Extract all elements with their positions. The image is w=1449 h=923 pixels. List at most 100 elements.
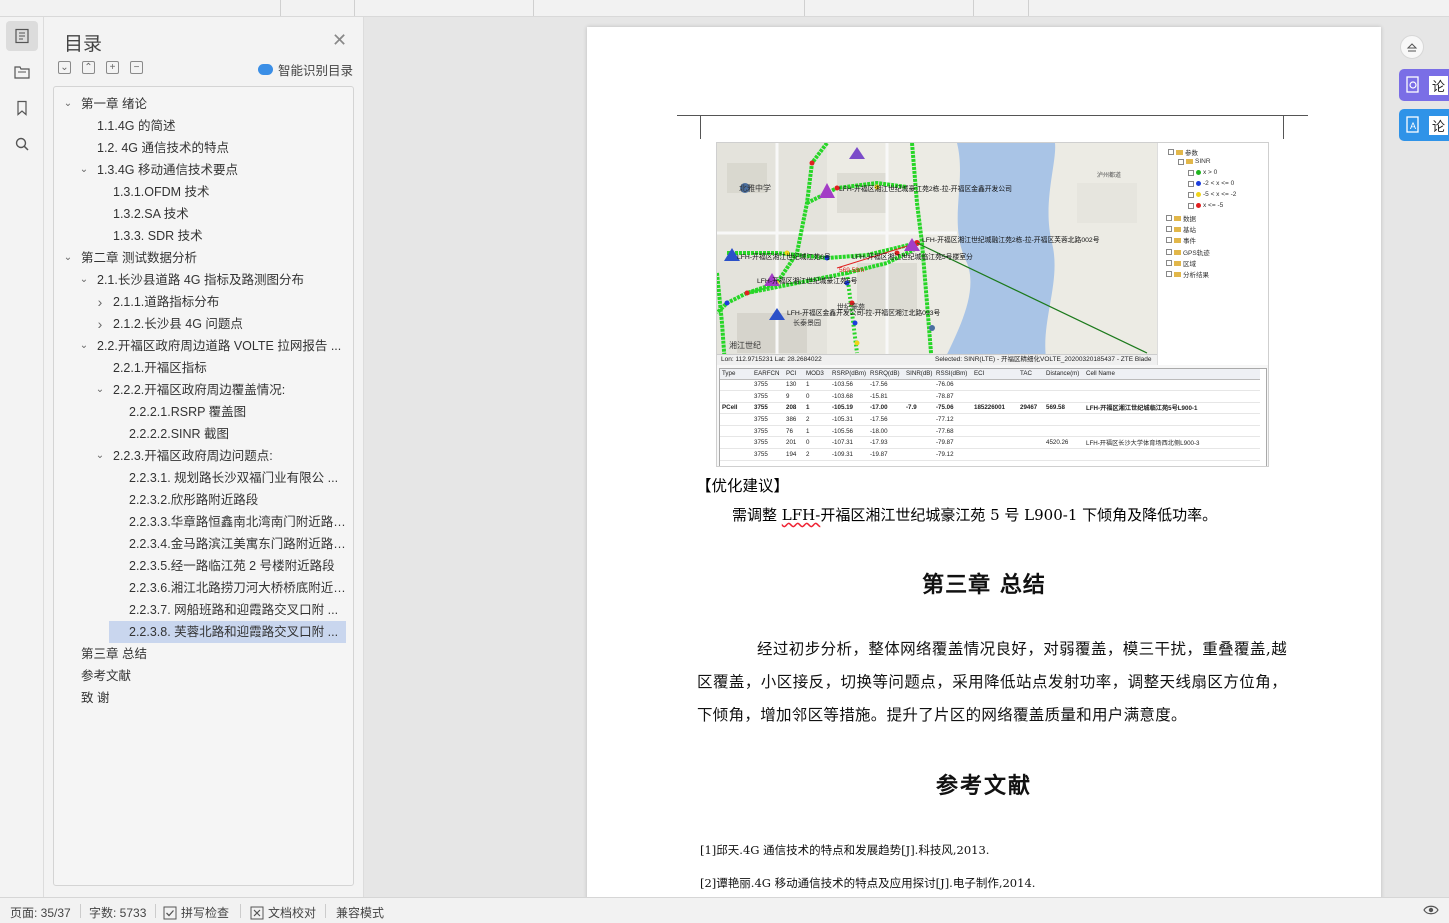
legend-item[interactable]: -5 < x <= -2: [1188, 191, 1236, 198]
toc-item[interactable]: 1.2. 4G 通信技术的特点: [54, 137, 354, 159]
checkbox-icon[interactable]: [1166, 271, 1172, 277]
chevron-down-icon[interactable]: ⌄: [62, 247, 74, 269]
toc-item[interactable]: 2.2.3.6.湘江北路捞刀河大桥桥底附近 ...: [54, 577, 354, 599]
toc-item[interactable]: ⌄ 第二章 测试数据分析: [54, 247, 354, 269]
table-cell: 201: [784, 436, 804, 450]
spell-flagged-word[interactable]: LFH-: [782, 506, 821, 524]
chevron-down-icon[interactable]: ⌄: [78, 335, 90, 357]
add-heading-icon[interactable]: +: [106, 61, 119, 74]
toc-item[interactable]: 参考文献: [54, 665, 354, 687]
toc-item[interactable]: 1.3.3. SDR 技术: [54, 225, 354, 247]
legend-item[interactable]: 数据: [1166, 213, 1196, 223]
toc-item[interactable]: 1.3.1.OFDM 技术: [54, 181, 354, 203]
cell-measurement-table: Type EARFCN PCI MOD3 RSRP(dBm) RSRQ(dB) SINR(d…: [719, 368, 1267, 466]
table-row[interactable]: PCell 3755 208 1 -105.19 -17.00 -7.9 -75.06 1852…: [720, 402, 1260, 415]
navigation-pane-button[interactable]: [6, 57, 38, 87]
checkbox-icon[interactable]: [1168, 149, 1174, 155]
chevron-down-icon[interactable]: ⌄: [62, 93, 74, 115]
checkbox-icon[interactable]: [1166, 226, 1172, 232]
table-cell: 1: [804, 379, 830, 392]
toc-item[interactable]: 2.2.3.3.华章路恒鑫南北湾南门附近路 ...: [54, 511, 354, 533]
toc-item[interactable]: › 2.1.2.长沙县 4G 问题点: [54, 313, 354, 335]
checkbox-icon[interactable]: [1166, 215, 1172, 221]
toc-item[interactable]: 第三章 总结: [54, 643, 354, 665]
toc-item[interactable]: 2.2.3.8. 芙蓉北路和迎霞路交叉口附 ...: [109, 621, 346, 643]
chevron-down-icon[interactable]: ⌄: [78, 159, 90, 181]
toc-item[interactable]: ⌄ 2.1.长沙县道路 4G 指标及路测图分布: [54, 269, 354, 291]
table-row[interactable]: 3755 130 1 -103.56 -17.56 -76.06: [720, 379, 1260, 392]
chevron-right-icon[interactable]: ›: [94, 291, 106, 313]
table-cell: [972, 390, 1018, 403]
expand-all-icon[interactable]: ⌄: [58, 61, 71, 74]
toc-item[interactable]: 1.1.4G 的简述: [54, 115, 354, 137]
table-cell: 386: [784, 413, 804, 426]
toc-item[interactable]: 2.2.1.开福区指标: [54, 357, 354, 379]
checkbox-icon[interactable]: [1166, 260, 1172, 266]
chevron-right-icon[interactable]: ›: [94, 313, 106, 335]
legend-item[interactable]: x <= -5: [1188, 202, 1223, 209]
table-cell: 208: [784, 402, 804, 415]
proofread-button[interactable]: 文档校对: [250, 904, 316, 921]
checkbox-icon[interactable]: [1188, 202, 1194, 209]
bookmark-button[interactable]: [6, 93, 38, 123]
toc-item[interactable]: 2.2.2.2.SINR 截图: [54, 423, 354, 445]
table-row[interactable]: 3755 76 1 -105.56 -18.00 -77.68: [720, 425, 1260, 438]
toc-item[interactable]: ⌄ 2.2.3.开福区政府周边问题点:: [54, 445, 354, 467]
spell-check-button[interactable]: 拼写检查: [163, 904, 229, 921]
toc-item-label: 1.1.4G 的简述: [97, 119, 176, 133]
checkbox-icon[interactable]: [1166, 249, 1172, 255]
page-indicator[interactable]: 页面: 35/37: [10, 904, 71, 921]
word-count[interactable]: 字数: 5733: [89, 904, 146, 921]
table-row[interactable]: 3755 9 0 -103.68 -15.81 -78.87: [720, 390, 1260, 403]
checkbox-icon[interactable]: [1188, 191, 1194, 198]
toc-item[interactable]: 2.2.3.5.经一路临江苑 2 号楼附近路段: [54, 555, 354, 577]
legend-item[interactable]: 参数: [1168, 147, 1198, 157]
chevron-down-icon[interactable]: ⌄: [94, 379, 106, 401]
legend-item[interactable]: 基站: [1166, 224, 1196, 234]
checkbox-icon[interactable]: [1166, 237, 1172, 243]
toc-item[interactable]: 2.2.2.1.RSRP 覆盖图: [54, 401, 354, 423]
margin-corner-mark: [1260, 115, 1284, 139]
checkbox-icon[interactable]: [1178, 158, 1184, 165]
toc-item[interactable]: ⌄ 2.2.开福区政府周边道路 VOLTE 拉网报告 ...: [54, 335, 354, 357]
toc-item[interactable]: 2.2.3.4.金马路滨江美寓东门路附近路 ...: [54, 533, 354, 555]
smart-toc-button[interactable]: 智能识别目录: [258, 60, 353, 79]
legend-item[interactable]: 区域: [1166, 258, 1196, 268]
legend-item[interactable]: GPS轨迹: [1166, 247, 1210, 257]
chevron-down-icon[interactable]: ⌄: [94, 445, 106, 467]
paper-check-button[interactable]: 论: [1399, 69, 1449, 101]
close-icon[interactable]: ✕: [332, 31, 347, 49]
toc-item[interactable]: 2.2.3.1. 规划路长沙双福门业有限公 ...: [54, 467, 354, 489]
paper-write-button[interactable]: A 论: [1399, 109, 1449, 141]
legend-item[interactable]: 事件: [1166, 235, 1196, 245]
collapse-panel-button[interactable]: [1400, 35, 1424, 59]
checkbox-icon[interactable]: [1188, 180, 1194, 187]
toc-item[interactable]: 1.3.2.SA 技术: [54, 203, 354, 225]
chevron-down-icon[interactable]: ⌄: [78, 269, 90, 291]
table-cell: 569.58: [1044, 402, 1084, 415]
toc-item[interactable]: ⌄ 1.3.4G 移动通信技术要点: [54, 159, 354, 181]
toc-item[interactable]: › 2.1.1.道路指标分布: [54, 291, 354, 313]
table-row[interactable]: 3755 201 0 -107.31 -17.93 -79.87 4520.26 LFH-开福…: [720, 436, 1260, 450]
collapse-all-icon[interactable]: ⌃: [82, 61, 95, 74]
table-row[interactable]: 3755 194 2 -109.31 -19.87 -79.12: [720, 448, 1260, 461]
table-cell: -7.9: [904, 402, 934, 415]
checkbox-icon[interactable]: [1188, 169, 1194, 176]
eye-protection-button[interactable]: [1423, 903, 1439, 917]
table-cell: -109.31: [830, 448, 868, 461]
document-page[interactable]: 北雅中学 LFH-开福区湘江世纪城豪江苑2栋-拉-开福区金鑫开发公司 LFH-开…: [587, 27, 1381, 897]
toc-panel-button[interactable]: [6, 21, 38, 51]
toc-item[interactable]: 2.2.3.2.欣彤路附近路段: [54, 489, 354, 511]
legend-item[interactable]: SINR: [1178, 158, 1211, 165]
toc-item[interactable]: 2.2.3.7. 网船班路和迎霞路交叉口附 ...: [54, 599, 354, 621]
table-row[interactable]: 3755 386 2 -105.31 -17.56 -77.12: [720, 413, 1260, 426]
legend-item[interactable]: 分析结果: [1166, 269, 1209, 279]
document-area[interactable]: 北雅中学 LFH-开福区湘江世纪城豪江苑2栋-拉-开福区金鑫开发公司 LFH-开…: [364, 17, 1449, 897]
legend-item[interactable]: -2 < x <= 0: [1188, 180, 1234, 187]
toc-item[interactable]: 致 谢: [54, 687, 354, 709]
search-button[interactable]: [6, 129, 38, 159]
toc-item[interactable]: ⌄ 2.2.2.开福区政府周边覆盖情况:: [54, 379, 354, 401]
remove-heading-icon[interactable]: −: [130, 61, 143, 74]
toc-item[interactable]: ⌄ 第一章 绪论: [54, 93, 354, 115]
legend-item[interactable]: x > 0: [1188, 169, 1217, 176]
